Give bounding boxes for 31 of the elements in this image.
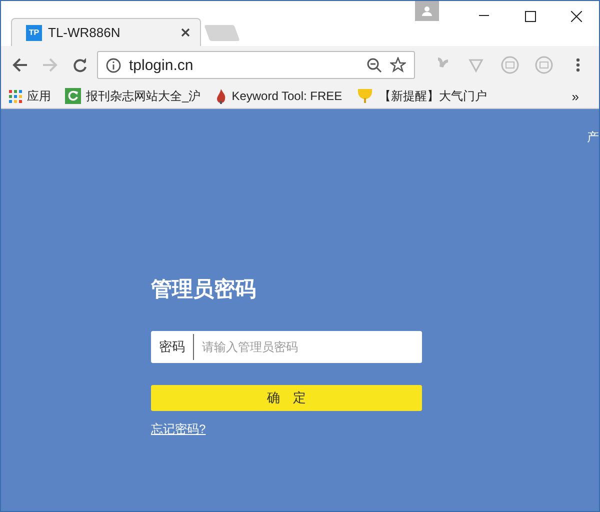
browser-tab[interactable]: TP TL-WR886N xyxy=(11,18,201,46)
bookmark-link[interactable]: 【新提醒】大气门户 xyxy=(379,88,488,104)
close-icon[interactable] xyxy=(181,28,190,37)
menu-icon[interactable] xyxy=(576,57,580,73)
confirm-button[interactable]: 确 定 xyxy=(151,385,422,411)
bookmark-link[interactable]: 应用 xyxy=(27,88,51,104)
close-icon[interactable] xyxy=(570,10,582,22)
tab-favicon: TP xyxy=(26,24,42,40)
info-icon[interactable] xyxy=(106,58,121,72)
forgot-password-link[interactable]: 忘记密码? xyxy=(151,421,206,438)
refresh-icon xyxy=(65,88,81,104)
star-icon[interactable] xyxy=(390,57,406,73)
page-title: 管理员密码 xyxy=(151,276,257,303)
flame-icon xyxy=(214,88,227,104)
maximize-icon[interactable] xyxy=(524,10,536,22)
person-icon xyxy=(422,6,432,16)
address-bar[interactable]: tplogin.cn xyxy=(97,51,415,79)
apps-grid-icon xyxy=(9,90,22,102)
url-text: tplogin.cn xyxy=(129,56,194,74)
bookmark-link[interactable]: Keyword Tool: FREE xyxy=(232,89,342,103)
zoom-out-icon[interactable] xyxy=(367,58,382,72)
back-arrow-icon[interactable] xyxy=(12,57,28,73)
more-bookmarks-button[interactable]: » xyxy=(572,88,579,104)
trophy-icon xyxy=(356,88,374,104)
menu-text[interactable]: 产 xyxy=(587,129,599,146)
bookmark-link[interactable]: 报刊杂志网站大全_沪 xyxy=(86,88,201,104)
reload-icon[interactable] xyxy=(72,57,88,73)
tab-title: TL-WR886N xyxy=(48,25,122,40)
field-label: 密码 xyxy=(151,331,193,363)
minimize-icon[interactable] xyxy=(479,15,489,17)
password-field[interactable]: 请输入管理员密码 xyxy=(194,331,422,363)
